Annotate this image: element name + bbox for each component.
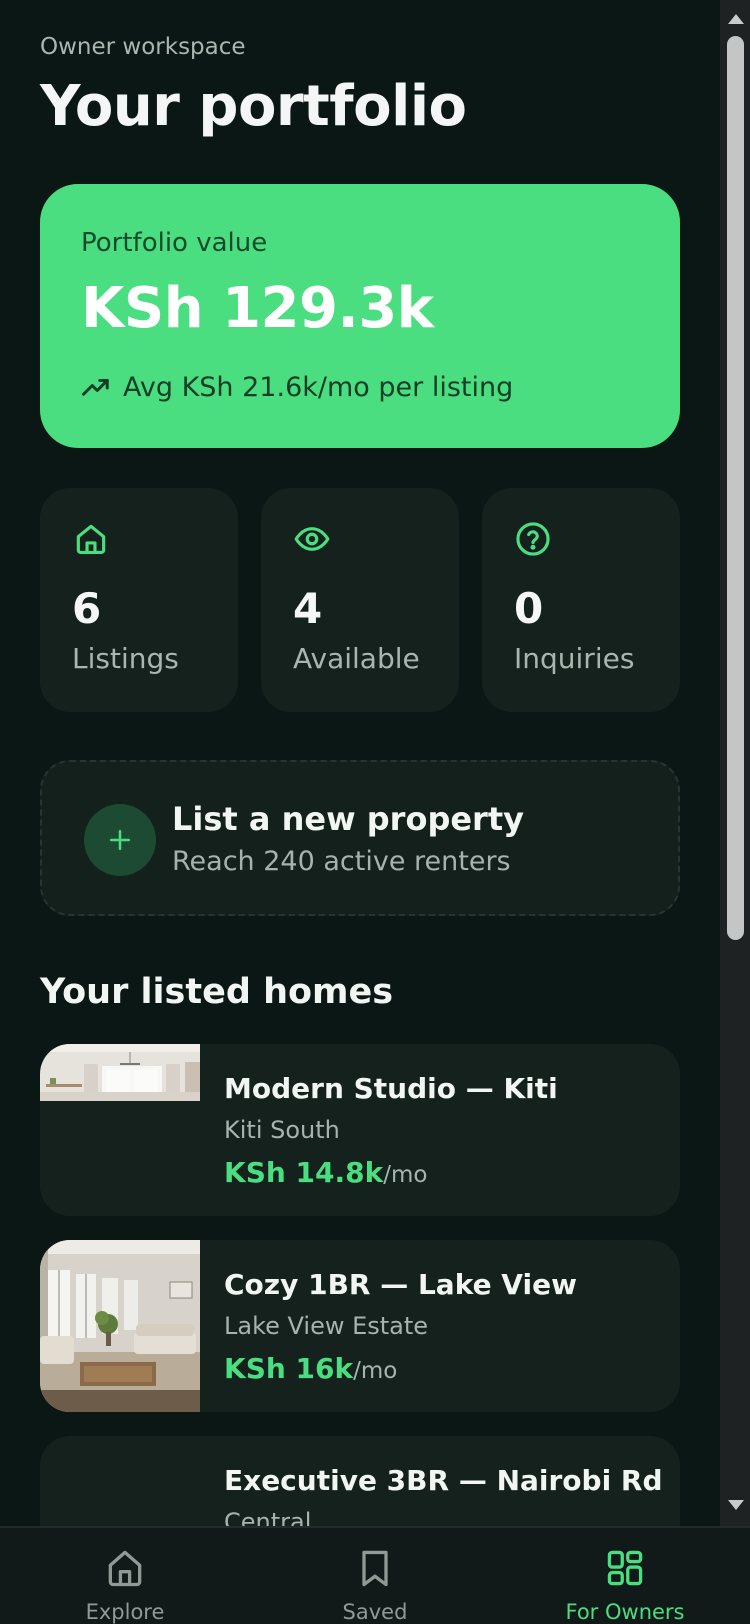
portfolio-average: Avg KSh 21.6k/mo per listing xyxy=(81,372,513,403)
listing-price-amount: KSh 16k xyxy=(224,1352,354,1385)
listing-photo xyxy=(40,1240,200,1412)
tab-for-owners[interactable]: For Owners xyxy=(525,1528,725,1624)
listing-location: Kiti South xyxy=(224,1116,340,1144)
page-title: Your portfolio xyxy=(40,74,467,139)
bookmark-icon xyxy=(362,1550,388,1587)
list-new-property-button[interactable]: List a new property Reach 240 active ren… xyxy=(40,760,680,916)
portfolio-value-card: Portfolio value KSh 129.3k Avg KSh 21.6k… xyxy=(40,184,680,448)
grid-icon xyxy=(607,1550,643,1586)
listing-location: Lake View Estate xyxy=(224,1312,429,1340)
listing-name: Executive 3BR — Nairobi Rd xyxy=(224,1464,663,1497)
stat-card-inquiries[interactable]: 0 Inquiries xyxy=(482,488,680,712)
home-icon xyxy=(76,524,106,555)
stat-label: Listings xyxy=(72,642,179,675)
stat-value: 4 xyxy=(293,584,323,633)
scroll-down-arrow-icon[interactable] xyxy=(728,1500,744,1510)
home-outline-icon xyxy=(108,1550,142,1587)
listing-card[interactable]: Modern Studio — Kiti Kiti South KSh 14.8… xyxy=(40,1044,680,1216)
cta-title: List a new property xyxy=(172,800,524,838)
scroll-up-arrow-icon[interactable] xyxy=(728,14,744,24)
cta-subtitle: Reach 240 active renters xyxy=(172,846,511,877)
listing-price: KSh 14.8k/mo xyxy=(224,1156,427,1189)
tab-label: Saved xyxy=(342,1600,408,1624)
plus-icon xyxy=(84,804,156,876)
stat-label: Inquiries xyxy=(514,642,635,675)
tab-label: Explore xyxy=(85,1600,165,1624)
stat-card-available[interactable]: 4 Available xyxy=(261,488,459,712)
tab-label: For Owners xyxy=(565,1600,685,1624)
stat-label: Available xyxy=(293,642,420,675)
portfolio-value-label: Portfolio value xyxy=(81,228,268,258)
scrollbar[interactable] xyxy=(720,0,750,1526)
trending-up-icon xyxy=(82,378,109,396)
scrollbar-thumb[interactable] xyxy=(727,36,744,940)
listing-price: KSh 16k/mo xyxy=(224,1352,397,1385)
listing-name: Cozy 1BR — Lake View xyxy=(224,1268,577,1301)
owner-portfolio-screen: Owner workspace Your portfolio Portfolio… xyxy=(0,0,720,1624)
help-circle-icon xyxy=(516,522,550,556)
listing-card[interactable]: Cozy 1BR — Lake View Lake View Estate KS… xyxy=(40,1240,680,1412)
tab-saved[interactable]: Saved xyxy=(275,1528,475,1624)
listing-price-period: /mo xyxy=(353,1358,398,1384)
listing-price-period: /mo xyxy=(383,1162,428,1188)
listing-name: Modern Studio — Kiti xyxy=(224,1072,558,1105)
bottom-tab-bar: Explore Saved For Owners xyxy=(0,1526,750,1624)
tab-explore[interactable]: Explore xyxy=(25,1528,225,1624)
listing-price-amount: KSh 14.8k xyxy=(224,1156,384,1189)
stat-card-listings[interactable]: 6 Listings xyxy=(40,488,238,712)
workspace-eyebrow: Owner workspace xyxy=(40,34,246,60)
portfolio-value-amount: KSh 129.3k xyxy=(81,276,434,341)
stat-value: 0 xyxy=(514,584,544,633)
stat-value: 6 xyxy=(72,584,102,633)
portfolio-average-text: Avg KSh 21.6k/mo per listing xyxy=(123,372,514,403)
listing-photo xyxy=(40,1044,200,1216)
listed-homes-heading: Your listed homes xyxy=(40,972,394,1012)
eye-icon xyxy=(294,527,330,551)
